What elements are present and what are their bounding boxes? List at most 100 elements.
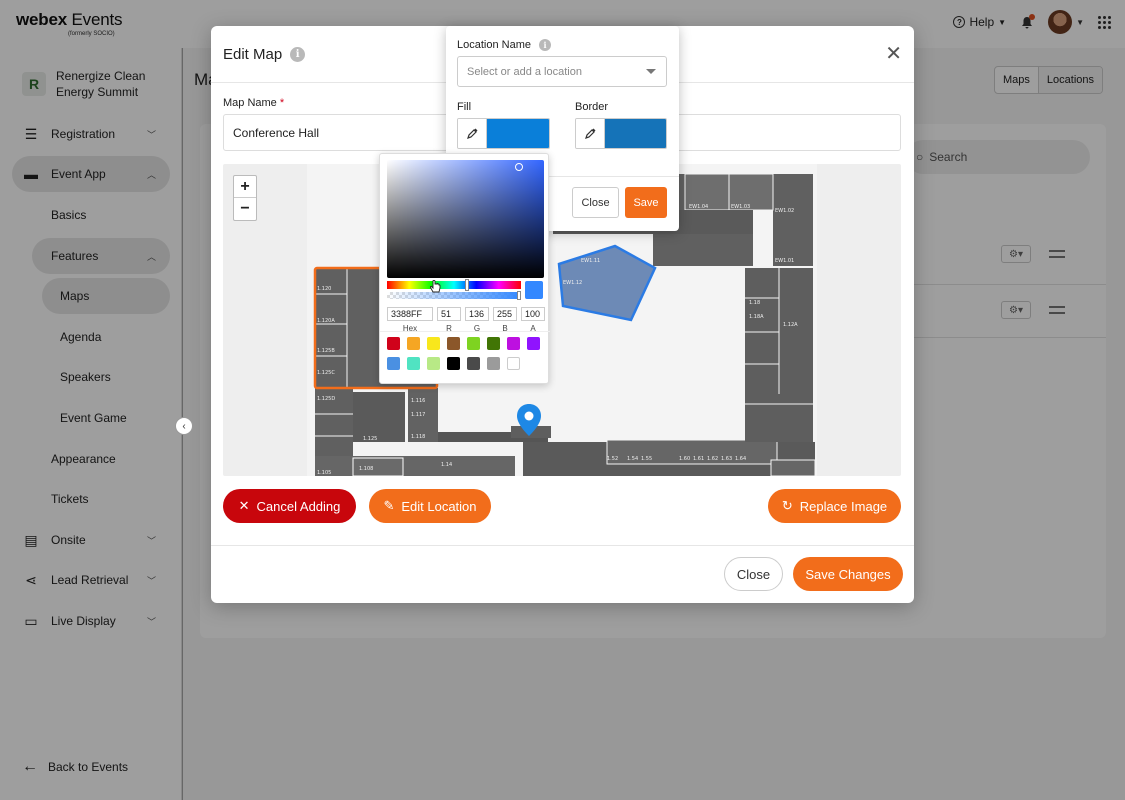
preset-color-swatch[interactable] bbox=[387, 337, 400, 350]
divider bbox=[380, 331, 550, 332]
svg-text:1.116: 1.116 bbox=[411, 398, 425, 404]
preset-color-swatch[interactable] bbox=[407, 337, 420, 350]
svg-text:1.18: 1.18 bbox=[749, 300, 760, 306]
button-label: Replace Image bbox=[799, 498, 888, 514]
preset-color-swatch[interactable] bbox=[447, 357, 460, 370]
fill-label: Fill bbox=[457, 101, 472, 113]
svg-text:1.125: 1.125 bbox=[363, 436, 377, 442]
preset-colors bbox=[387, 337, 540, 370]
svg-text:1.105: 1.105 bbox=[317, 470, 331, 476]
svg-text:1.117: 1.117 bbox=[411, 412, 425, 418]
edit-location-button[interactable]: ✎ Edit Location bbox=[369, 489, 491, 523]
svg-text:1.108: 1.108 bbox=[359, 466, 373, 472]
preset-color-swatch[interactable] bbox=[427, 357, 440, 370]
preset-color-swatch[interactable] bbox=[487, 337, 500, 350]
cancel-adding-button[interactable]: ✕ Cancel Adding bbox=[223, 489, 356, 523]
svg-text:1.12A: 1.12A bbox=[783, 322, 798, 328]
svg-text:1.120A: 1.120A bbox=[317, 318, 335, 324]
pencil-icon: ✎ bbox=[383, 498, 395, 513]
eyedropper-icon[interactable] bbox=[458, 119, 487, 148]
modal-title: Edit Map i bbox=[223, 46, 306, 63]
preset-color-swatch[interactable] bbox=[527, 337, 540, 350]
alpha-input[interactable]: 100 bbox=[521, 307, 545, 321]
svg-text:EW1.03: EW1.03 bbox=[731, 204, 750, 210]
saturation-thumb[interactable] bbox=[515, 163, 523, 171]
preset-color-swatch[interactable] bbox=[507, 337, 520, 350]
saturation-value-area[interactable] bbox=[387, 160, 544, 278]
preset-color-swatch[interactable] bbox=[467, 357, 480, 370]
hue-slider[interactable] bbox=[387, 281, 521, 289]
border-color-swatch[interactable] bbox=[605, 119, 666, 148]
location-name-select[interactable]: Select or add a location bbox=[457, 56, 667, 87]
svg-text:1.60: 1.60 bbox=[679, 456, 690, 462]
divider bbox=[211, 545, 914, 546]
hue-slider-thumb[interactable] bbox=[465, 279, 469, 291]
svg-text:EW1.01: EW1.01 bbox=[775, 258, 794, 264]
preset-color-swatch[interactable] bbox=[507, 357, 520, 370]
svg-text:1.125D: 1.125D bbox=[317, 396, 335, 402]
button-label: Close bbox=[581, 196, 610, 209]
zoom-out-button[interactable]: − bbox=[234, 198, 256, 220]
svg-text:1.55: 1.55 bbox=[641, 456, 652, 462]
refresh-icon: ↻ bbox=[781, 498, 793, 513]
chevron-left-icon: ‹ bbox=[182, 420, 186, 432]
button-label: Close bbox=[736, 566, 771, 582]
close-button[interactable]: Close bbox=[724, 557, 783, 591]
hex-input[interactable]: 3388FF bbox=[387, 307, 433, 321]
popover-save-button[interactable]: Save bbox=[625, 187, 667, 218]
red-input[interactable]: 51 bbox=[437, 307, 461, 321]
svg-text:1.61: 1.61 bbox=[693, 456, 704, 462]
info-icon[interactable]: i bbox=[290, 47, 306, 62]
color-preview bbox=[525, 281, 543, 299]
hand-cursor-icon bbox=[429, 280, 441, 293]
popover-close-button[interactable]: Close bbox=[572, 187, 619, 218]
button-label: Save bbox=[633, 196, 659, 209]
border-color-control[interactable] bbox=[575, 118, 667, 149]
alpha-slider-thumb[interactable] bbox=[517, 291, 521, 300]
svg-text:EW1.02: EW1.02 bbox=[775, 208, 794, 214]
location-placeholder: Select or add a location bbox=[467, 65, 582, 78]
map-name-label: Map Name * bbox=[223, 97, 285, 109]
alpha-slider[interactable] bbox=[387, 292, 521, 299]
svg-text:1.118: 1.118 bbox=[411, 434, 425, 440]
svg-text:EW1.12: EW1.12 bbox=[563, 280, 582, 286]
svg-text:1.18A: 1.18A bbox=[749, 314, 764, 320]
svg-text:1.54: 1.54 bbox=[627, 456, 638, 462]
modal-title-text: Edit Map bbox=[223, 46, 283, 63]
fill-color-swatch[interactable] bbox=[487, 119, 549, 148]
zoom-in-button[interactable]: + bbox=[234, 176, 256, 198]
svg-text:1.62: 1.62 bbox=[707, 456, 718, 462]
preset-color-swatch[interactable] bbox=[427, 337, 440, 350]
map-name-value: Conference Hall bbox=[233, 125, 320, 140]
close-icon[interactable]: ✕ bbox=[885, 44, 902, 64]
fill-color-control[interactable] bbox=[457, 118, 550, 149]
svg-text:1.14: 1.14 bbox=[441, 462, 452, 468]
info-icon[interactable]: i bbox=[539, 39, 551, 51]
collapse-sidebar-button[interactable]: ‹ bbox=[175, 417, 193, 435]
preset-color-swatch[interactable] bbox=[407, 357, 420, 370]
svg-text:1.64: 1.64 bbox=[735, 456, 746, 462]
svg-text:1.52: 1.52 bbox=[607, 456, 618, 462]
svg-text:EW1.11: EW1.11 bbox=[581, 258, 600, 264]
button-label: Save Changes bbox=[805, 566, 891, 582]
close-icon: ✕ bbox=[238, 498, 250, 513]
svg-text:EW1.04: EW1.04 bbox=[689, 204, 708, 210]
color-picker: 3388FF Hex 51 R 136 G 255 B 100 A bbox=[379, 153, 550, 384]
blue-input[interactable]: 255 bbox=[493, 307, 517, 321]
zoom-controls: + − bbox=[233, 175, 257, 221]
button-label: Edit Location bbox=[401, 498, 477, 514]
svg-text:1.120: 1.120 bbox=[317, 286, 331, 292]
svg-text:1.63: 1.63 bbox=[721, 456, 732, 462]
preset-color-swatch[interactable] bbox=[487, 357, 500, 370]
location-name-label: Location Name i bbox=[457, 39, 551, 51]
eyedropper-icon[interactable] bbox=[576, 119, 605, 148]
save-changes-button[interactable]: Save Changes bbox=[793, 557, 903, 591]
preset-color-swatch[interactable] bbox=[467, 337, 480, 350]
svg-text:1.125B: 1.125B bbox=[317, 348, 335, 354]
caret-down-icon bbox=[646, 69, 656, 74]
replace-image-button[interactable]: ↻ Replace Image bbox=[768, 489, 901, 523]
border-label: Border bbox=[575, 101, 609, 113]
preset-color-swatch[interactable] bbox=[387, 357, 400, 370]
preset-color-swatch[interactable] bbox=[447, 337, 460, 350]
green-input[interactable]: 136 bbox=[465, 307, 489, 321]
